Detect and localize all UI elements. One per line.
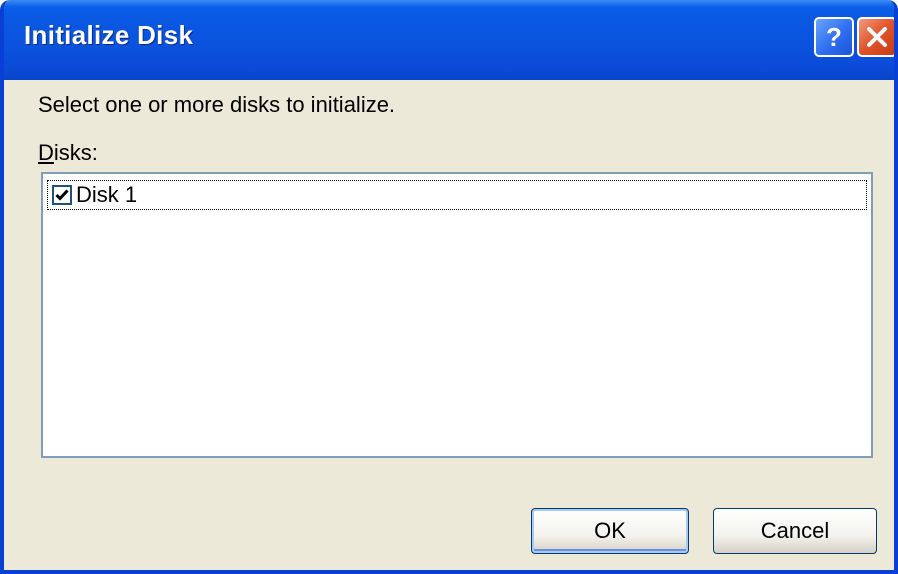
dialog-body: Select one or more disks to initialize. … <box>4 76 894 570</box>
help-button[interactable]: ? <box>814 17 854 57</box>
cancel-button[interactable]: Cancel <box>713 508 877 554</box>
title-bar[interactable]: Initialize Disk ? <box>4 0 894 80</box>
disk-1-label: Disk 1 <box>76 182 138 207</box>
close-icon <box>865 25 889 49</box>
disks-listbox[interactable]: Disk 1 <box>41 172 873 458</box>
svg-text:?: ? <box>826 23 842 51</box>
window-title: Initialize Disk <box>24 20 194 50</box>
initialize-disk-dialog: Initialize Disk ? Select one or more dis… <box>0 0 898 574</box>
disks-label-rest: isks: <box>53 140 98 165</box>
ok-button[interactable]: OK <box>531 508 689 554</box>
checkmark-icon <box>55 189 69 201</box>
help-icon: ? <box>822 23 846 51</box>
close-button[interactable] <box>857 17 894 57</box>
disk-1-checkbox[interactable] <box>52 185 72 205</box>
list-item-disk-1[interactable]: Disk 1 <box>47 180 867 210</box>
disks-label: Disks: <box>38 140 98 166</box>
disks-label-accelerator: D <box>38 140 54 165</box>
instruction-text: Select one or more disks to initialize. <box>38 92 396 117</box>
